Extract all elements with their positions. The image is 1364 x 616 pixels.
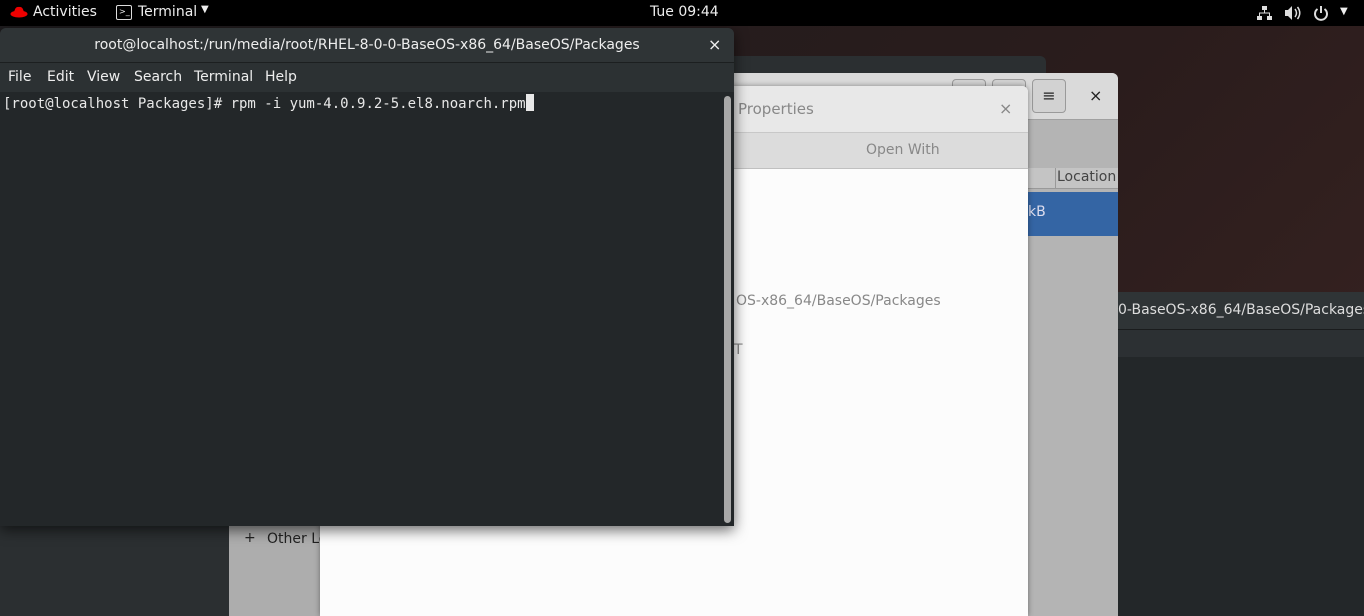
window-title: root@localhost:/run/media/root/RHEL-8-0-… xyxy=(94,37,640,53)
location-value: OS-x86_64/BaseOS/Packages xyxy=(736,293,941,309)
terminal-window[interactable]: root@localhost:/run/media/root/RHEL-8-0-… xyxy=(0,28,734,526)
clock[interactable]: Tue 09:44 xyxy=(650,4,719,20)
window-title: 0-BaseOS-x86_64/BaseOS/Packages xyxy=(1118,292,1364,330)
dialog-title: Properties xyxy=(738,100,814,118)
cursor xyxy=(525,94,534,111)
scrollbar[interactable] xyxy=(724,96,731,523)
prompt: [root@localhost Packages]# xyxy=(3,96,231,112)
chevron-down-icon[interactable]: ▼ xyxy=(201,4,209,15)
plus-icon: + xyxy=(244,530,256,546)
menu-view[interactable]: View xyxy=(87,69,120,85)
chevron-down-icon[interactable]: ▼ xyxy=(1340,6,1348,17)
close-icon[interactable]: × xyxy=(708,28,721,62)
partial-label: T xyxy=(734,342,743,358)
top-bar: Activities >_ Terminal ▼ Tue 09:44 ▼ xyxy=(0,0,1364,26)
menu-file[interactable]: File xyxy=(8,69,31,85)
menu-search[interactable]: Search xyxy=(134,69,182,85)
sidebar-item-other-locations[interactable]: Other Lo xyxy=(267,531,327,547)
column-location[interactable]: Location xyxy=(1057,169,1116,185)
power-icon[interactable] xyxy=(1313,5,1329,25)
terminal-app-icon: >_ xyxy=(116,5,132,20)
terminal-output[interactable]: [root@localhost Packages]# rpm -i yum-4.… xyxy=(0,92,734,526)
activities-button[interactable]: Activities xyxy=(33,4,97,20)
window-title-bar: root@localhost:/run/media/root/RHEL-8-0-… xyxy=(0,28,734,63)
menu-terminal[interactable]: Terminal xyxy=(194,69,253,85)
file-size: kB xyxy=(1028,204,1046,220)
menu-bar xyxy=(1118,330,1364,357)
close-icon[interactable]: × xyxy=(1089,86,1102,105)
background-terminal-window[interactable]: 0-BaseOS-x86_64/BaseOS/Packages xyxy=(1118,292,1364,616)
command-input[interactable]: rpm -i yum-4.0.9.2-5.el8.noarch.rpm xyxy=(231,96,526,112)
menu-edit[interactable]: Edit xyxy=(47,69,74,85)
menu-icon[interactable]: ≡ xyxy=(1032,79,1066,113)
close-icon[interactable]: × xyxy=(999,99,1012,118)
tab-open-with[interactable]: Open With xyxy=(866,142,940,158)
menu-help[interactable]: Help xyxy=(265,69,297,85)
menu-bar: File Edit View Search Terminal Help xyxy=(0,63,734,92)
redhat-logo-icon xyxy=(10,5,28,19)
app-menu[interactable]: Terminal xyxy=(138,4,197,20)
network-icon[interactable] xyxy=(1256,5,1272,25)
volume-icon[interactable] xyxy=(1284,5,1302,25)
